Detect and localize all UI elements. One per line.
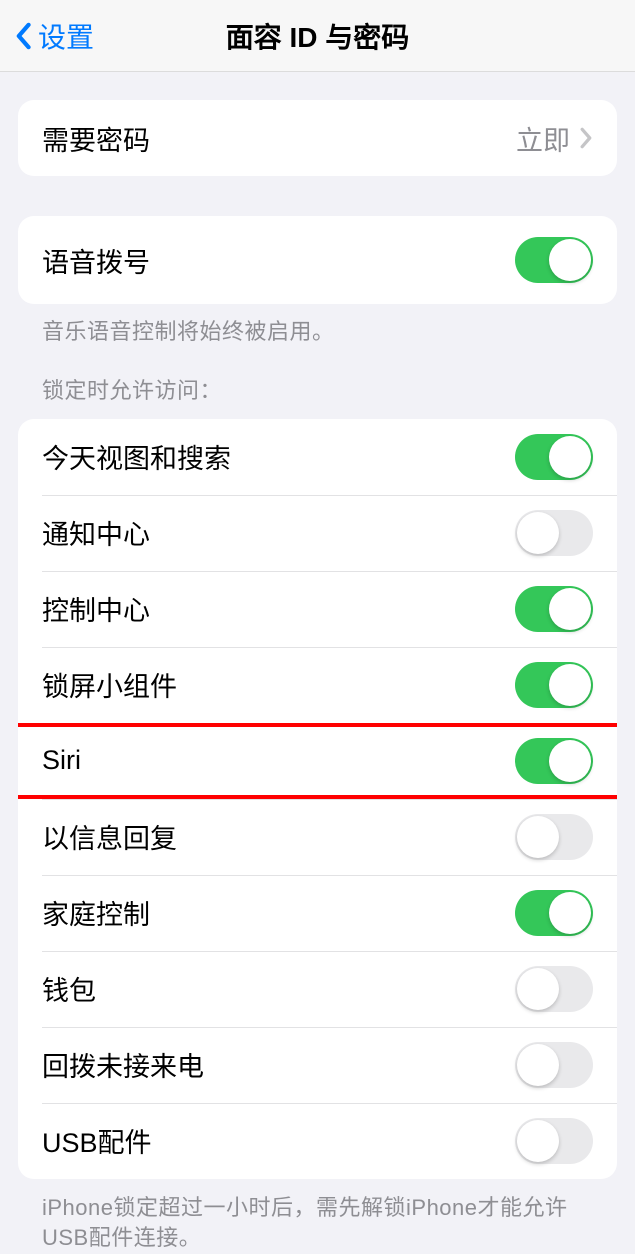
chevron-left-icon: [14, 22, 32, 50]
locked-access-label: 控制中心: [42, 589, 150, 628]
locked-access-row: 以信息回复: [18, 799, 617, 875]
locked-access-toggle[interactable]: [515, 1118, 593, 1164]
locked-access-row: USB配件: [18, 1103, 617, 1179]
locked-access-label: USB配件: [42, 1121, 152, 1160]
locked-access-toggle[interactable]: [515, 814, 593, 860]
voice-dial-row: 语音拨号: [18, 216, 617, 304]
passcode-group: 需要密码 立即: [18, 100, 617, 176]
locked-access-row: 锁屏小组件: [18, 647, 617, 723]
voice-dial-toggle[interactable]: [515, 237, 593, 283]
back-label: 设置: [38, 16, 94, 56]
locked-access-label: 以信息回复: [42, 817, 177, 856]
require-passcode-label: 需要密码: [42, 119, 150, 158]
locked-access-toggle[interactable]: [515, 890, 593, 936]
locked-access-label: 钱包: [42, 969, 96, 1008]
locked-access-toggle[interactable]: [515, 1042, 593, 1088]
locked-access-row: 钱包: [18, 951, 617, 1027]
back-button[interactable]: 设置: [14, 16, 94, 56]
locked-access-toggle[interactable]: [515, 662, 593, 708]
locked-access-toggle[interactable]: [515, 738, 593, 784]
locked-access-toggle[interactable]: [515, 966, 593, 1012]
locked-access-row: 回拨未接来电: [18, 1027, 617, 1103]
locked-access-footer: iPhone锁定超过一小时后，需先解锁iPhone才能允许USB配件连接。: [18, 1179, 617, 1254]
locked-access-row: 控制中心: [18, 571, 617, 647]
require-passcode-value: 立即: [516, 119, 570, 158]
locked-access-label: 家庭控制: [42, 893, 150, 932]
locked-access-row: Siri: [18, 723, 617, 799]
navigation-bar: 设置 面容 ID 与密码: [0, 0, 635, 72]
chevron-right-icon: [580, 127, 593, 149]
locked-access-header: 锁定时允许访问：: [18, 373, 617, 419]
voice-dial-label: 语音拨号: [42, 241, 150, 280]
voice-dial-group: 语音拨号: [18, 216, 617, 304]
locked-access-row: 今天视图和搜索: [18, 419, 617, 495]
locked-access-label: 今天视图和搜索: [42, 437, 231, 476]
locked-access-label: Siri: [42, 745, 81, 776]
locked-access-toggle[interactable]: [515, 586, 593, 632]
locked-access-label: 通知中心: [42, 513, 150, 552]
locked-access-toggle[interactable]: [515, 434, 593, 480]
locked-access-row: 家庭控制: [18, 875, 617, 951]
locked-access-toggle[interactable]: [515, 510, 593, 556]
page-title: 面容 ID 与密码: [226, 16, 410, 56]
locked-access-row: 通知中心: [18, 495, 617, 571]
locked-access-group: 今天视图和搜索通知中心控制中心锁屏小组件 Siri 以信息回复家庭控制钱包回拨未接来…: [18, 419, 617, 1179]
voice-dial-footer: 音乐语音控制将始终被启用。: [18, 304, 617, 347]
require-passcode-row[interactable]: 需要密码 立即: [18, 100, 617, 176]
locked-access-label: 回拨未接来电: [42, 1045, 204, 1084]
locked-access-label: 锁屏小组件: [42, 665, 177, 704]
